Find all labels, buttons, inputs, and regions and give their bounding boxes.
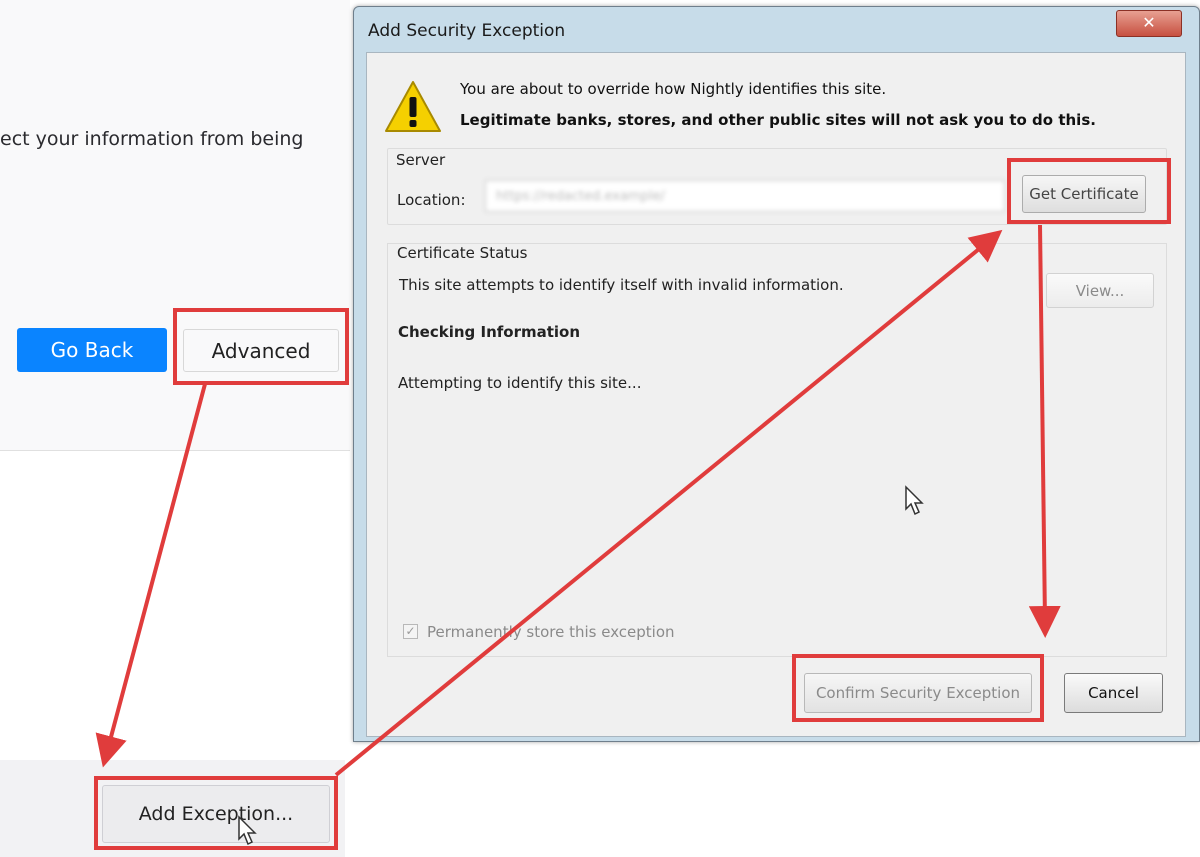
warning-message: You are about to override how Nightly id… [460,80,887,98]
server-group-label: Server [396,151,446,169]
warning-icon [385,81,441,132]
checkbox-check-icon: ✓ [405,624,416,638]
close-icon[interactable]: ✕ [1116,10,1182,37]
view-certificate-button[interactable]: View... [1046,273,1154,308]
certificate-status-text: This site attempts to identify itself wi… [399,276,844,294]
certificate-status-label: Certificate Status [397,244,528,262]
go-back-button[interactable]: Go Back [17,328,167,372]
cancel-button[interactable]: Cancel [1064,673,1163,713]
mouse-cursor-icon [905,485,924,516]
location-label: Location: [397,191,466,209]
checking-information-heading: Checking Information [398,323,581,341]
add-security-exception-dialog: Add Security Exception ✕ You are about t… [353,6,1200,742]
checking-information-text: Attempting to identify this site... [398,374,642,392]
confirm-security-exception-button[interactable]: Confirm Security Exception [804,673,1032,713]
warning-emphasis: Legitimate banks, stores, and other publ… [460,111,1096,129]
dialog-title: Add Security Exception [368,21,566,41]
permanently-store-label: Permanently store this exception [427,623,675,641]
advanced-button[interactable]: Advanced [183,329,339,372]
page-body-text: ect your information from being [0,128,304,150]
add-exception-button[interactable]: Add Exception... [102,785,330,843]
location-input[interactable] [485,180,1005,212]
dialog-client-area: You are about to override how Nightly id… [366,52,1186,737]
mouse-cursor-icon [238,815,257,846]
permanently-store-checkbox[interactable]: ✓ [403,624,418,639]
background-page: ect your information from being Go Back … [0,0,350,451]
get-certificate-button[interactable]: Get Certificate [1022,175,1146,213]
